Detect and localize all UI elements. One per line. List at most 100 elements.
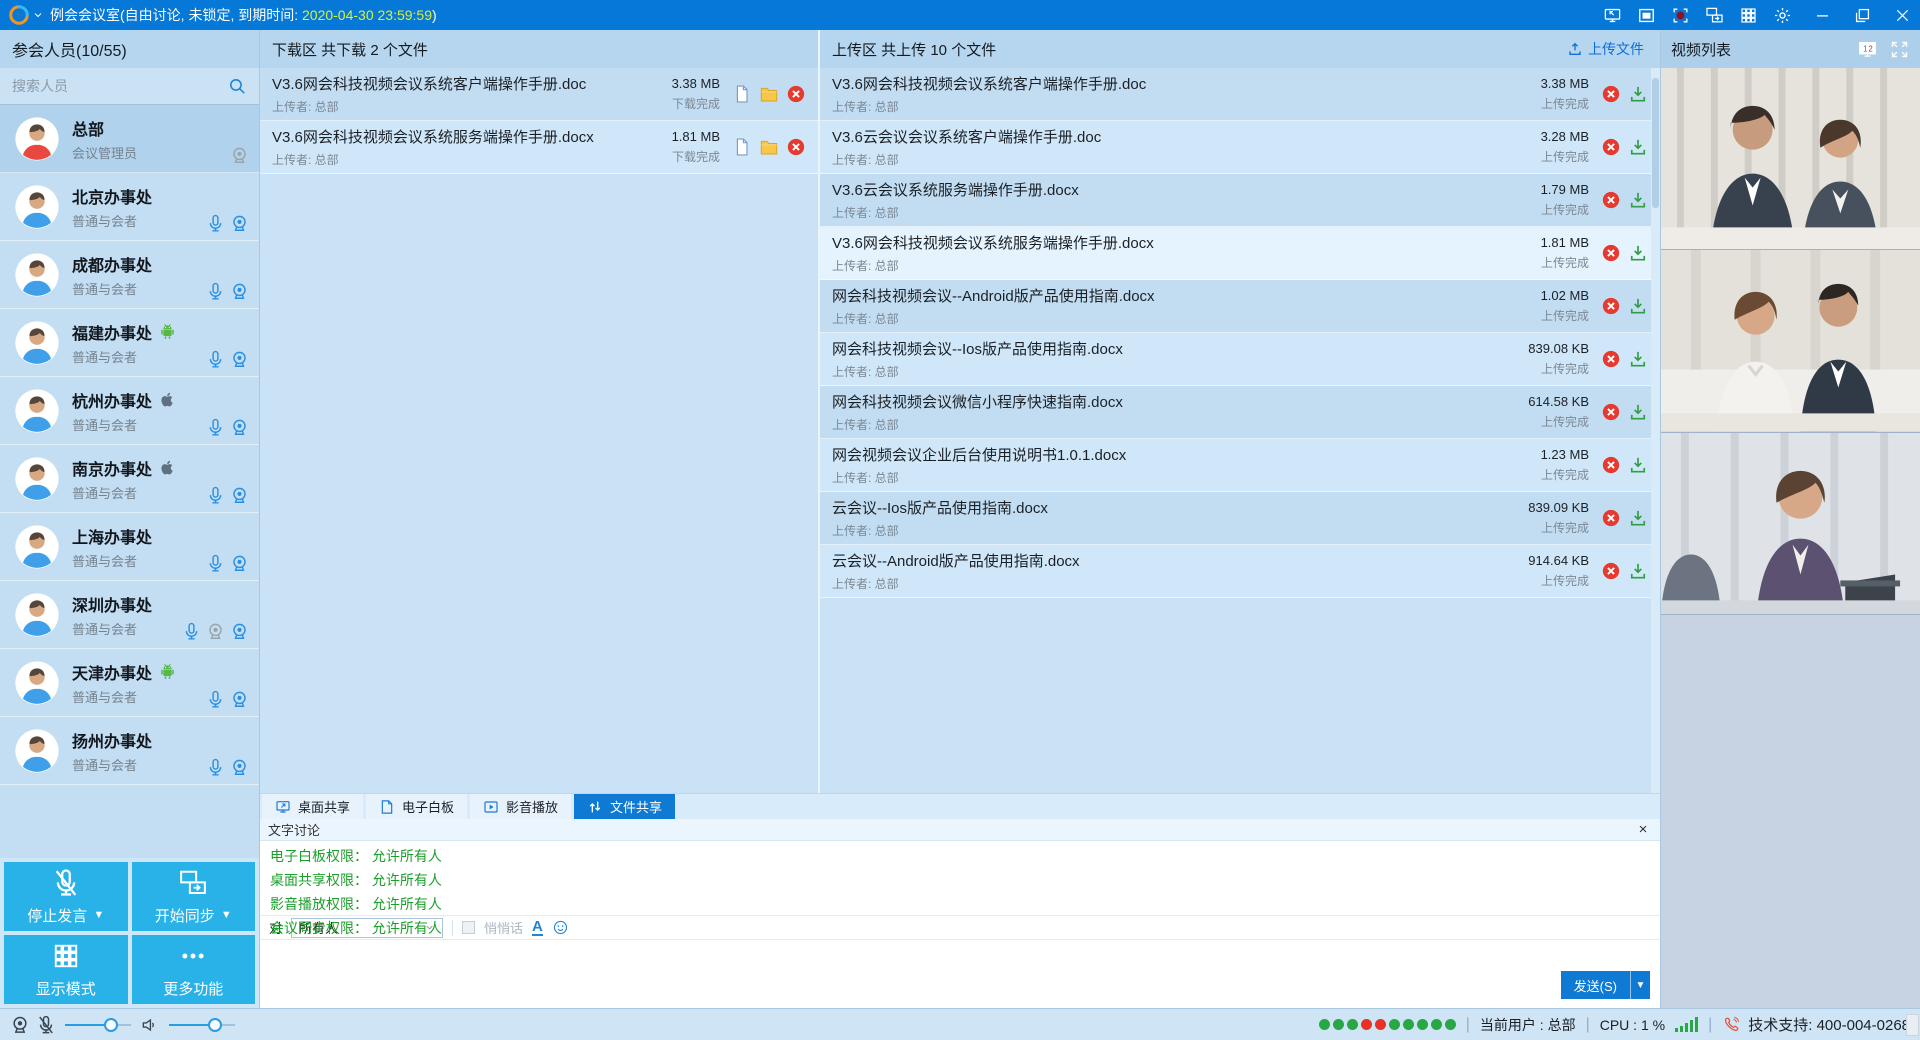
record-icon[interactable] (1671, 6, 1690, 25)
x-circle-icon[interactable] (786, 84, 806, 104)
北京办事处[interactable]: 北京办事处 普通与会者 (0, 173, 259, 241)
mic-volume-slider[interactable] (65, 1015, 131, 1035)
x-circle-icon[interactable] (1601, 508, 1621, 528)
minimize-button[interactable] (1813, 6, 1832, 25)
mic-icon[interactable] (206, 554, 225, 573)
stop-speaking-button[interactable]: 停止发言▼ (4, 862, 128, 931)
file-doc-icon[interactable] (732, 137, 752, 157)
upload-scrollbar[interactable] (1651, 68, 1660, 793)
mic-icon[interactable] (206, 350, 225, 369)
search-input[interactable] (12, 78, 228, 94)
slider-thumb[interactable] (104, 1018, 118, 1032)
tab-whiteboard[interactable]: 电子白板 (366, 794, 467, 819)
cam-icon[interactable] (230, 554, 249, 573)
cam-icon[interactable] (230, 486, 249, 505)
mic-icon[interactable] (206, 758, 225, 777)
video-layout-icon[interactable]: 12 (1857, 39, 1878, 60)
tab-desktop-share[interactable]: 桌面共享 (262, 794, 363, 819)
download-icon[interactable] (1628, 296, 1648, 316)
cam-gray-icon[interactable] (230, 146, 249, 165)
cam-icon[interactable] (230, 690, 249, 709)
download-icon[interactable] (1628, 84, 1648, 104)
upload-file-button[interactable]: 上传文件 (1567, 39, 1644, 59)
x-circle-icon[interactable] (1601, 561, 1621, 581)
x-circle-icon[interactable] (1601, 296, 1621, 316)
cam-icon[interactable] (230, 214, 249, 233)
网会视频会议企业后台使用说明书1.0.1.docx[interactable]: 网会视频会议企业后台使用说明书1.0.1.docx 上传者: 总部 1.23 M… (820, 439, 1660, 492)
扬州办事处[interactable]: 扬州办事处 普通与会者 (0, 717, 259, 785)
V3.6网会科技视频会议系统客户端操作手册.doc[interactable]: V3.6网会科技视频会议系统客户端操作手册.doc 上传者: 总部 3.38 M… (820, 68, 1660, 121)
网会科技视频会议--Ios版产品使用指南.docx[interactable]: 网会科技视频会议--Ios版产品使用指南.docx 上传者: 总部 839.08… (820, 333, 1660, 386)
cam-icon[interactable] (230, 350, 249, 369)
video-thumbnail[interactable] (1661, 68, 1920, 250)
x-circle-icon[interactable] (1601, 349, 1621, 369)
mic-icon[interactable] (206, 486, 225, 505)
x-circle-icon[interactable] (1601, 402, 1621, 422)
download-icon[interactable] (1628, 402, 1648, 422)
V3.6云会议会议系统客户端操作手册.doc[interactable]: V3.6云会议会议系统客户端操作手册.doc 上传者: 总部 3.28 MB 上… (820, 121, 1660, 174)
mic-icon[interactable] (206, 418, 225, 437)
chevron-down-icon[interactable] (32, 9, 44, 21)
cam-icon[interactable] (230, 758, 249, 777)
folder-icon[interactable] (759, 137, 779, 157)
download-icon[interactable] (1628, 137, 1648, 157)
x-circle-icon[interactable] (1601, 243, 1621, 263)
close-icon[interactable]: × (1634, 821, 1652, 839)
天津办事处[interactable]: 天津办事处 普通与会者 (0, 649, 259, 717)
speaker-volume-slider[interactable] (169, 1015, 235, 1035)
x-circle-icon[interactable] (1601, 137, 1621, 157)
chat-scrollbar[interactable] (1906, 1014, 1919, 1036)
start-sync-button[interactable]: 开始同步▼ (132, 862, 256, 931)
x-circle-icon[interactable] (786, 137, 806, 157)
maximize-button[interactable] (1853, 6, 1872, 25)
mic-icon[interactable] (206, 214, 225, 233)
cam-icon[interactable] (230, 282, 249, 301)
x-circle-icon[interactable] (1601, 455, 1621, 475)
总部[interactable]: 总部 会议管理员 (0, 105, 259, 173)
display-mode-icon[interactable] (1739, 6, 1758, 25)
云会议--Ios版产品使用指南.docx[interactable]: 云会议--Ios版产品使用指南.docx 上传者: 总部 839.09 KB 上… (820, 492, 1660, 545)
深圳办事处[interactable]: 深圳办事处 普通与会者 (0, 581, 259, 649)
send-button[interactable]: 发送(S) (1561, 971, 1630, 999)
上海办事处[interactable]: 上海办事处 普通与会者 (0, 513, 259, 581)
more-functions-button[interactable]: 更多功能 (132, 935, 256, 1004)
x-circle-icon[interactable] (1601, 84, 1621, 104)
chat-input[interactable]: 发送(S) ▼ (260, 940, 1660, 1008)
download-icon[interactable] (1628, 508, 1648, 528)
成都办事处[interactable]: 成都办事处 普通与会者 (0, 241, 259, 309)
mic-muted-icon[interactable] (36, 1015, 56, 1035)
gear-icon[interactable] (1773, 6, 1792, 25)
download-icon[interactable] (1628, 349, 1648, 369)
mic-icon[interactable] (206, 690, 225, 709)
video-thumbnail[interactable] (1661, 433, 1920, 615)
display-mode-button[interactable]: 显示模式 (4, 935, 128, 1004)
slider-thumb[interactable] (208, 1018, 222, 1032)
网会科技视频会议微信小程序快速指南.docx[interactable]: 网会科技视频会议微信小程序快速指南.docx 上传者: 总部 614.58 KB… (820, 386, 1660, 439)
云会议--Android版产品使用指南.docx[interactable]: 云会议--Android版产品使用指南.docx 上传者: 总部 914.64 … (820, 545, 1660, 598)
expand-icon[interactable] (1889, 39, 1910, 60)
tab-file-share[interactable]: 文件共享 (574, 794, 675, 819)
scrollbar-thumb[interactable] (1652, 78, 1659, 208)
V3.6云会议系统服务端操作手册.docx[interactable]: V3.6云会议系统服务端操作手册.docx 上传者: 总部 1.79 MB 上传… (820, 174, 1660, 227)
download-icon[interactable] (1628, 243, 1648, 263)
download-icon[interactable] (1628, 561, 1648, 581)
file-doc-icon[interactable] (732, 84, 752, 104)
webcam-icon[interactable] (10, 1015, 30, 1035)
tab-media-play[interactable]: 影音播放 (470, 794, 571, 819)
V3.6网会科技视频会议系统服务端操作手册.docx[interactable]: V3.6网会科技视频会议系统服务端操作手册.docx 上传者: 总部 1.81 … (820, 227, 1660, 280)
mic-icon[interactable] (182, 622, 201, 641)
南京办事处[interactable]: 南京办事处 普通与会者 (0, 445, 259, 513)
cam-icon[interactable] (230, 622, 249, 641)
screen-share-icon[interactable] (1603, 6, 1622, 25)
杭州办事处[interactable]: 杭州办事处 普通与会者 (0, 377, 259, 445)
网会科技视频会议--Android版产品使用指南.docx[interactable]: 网会科技视频会议--Android版产品使用指南.docx 上传者: 总部 1.… (820, 280, 1660, 333)
speaker-icon[interactable] (140, 1015, 160, 1035)
video-thumbnail[interactable] (1661, 250, 1920, 432)
chevron-down-icon[interactable]: ▼ (93, 909, 104, 921)
download-icon[interactable] (1628, 455, 1648, 475)
send-options-arrow[interactable]: ▼ (1630, 971, 1650, 999)
fullscreen-icon[interactable] (1637, 6, 1656, 25)
V3.6网会科技视频会议系统客户端操作手册.doc[interactable]: V3.6网会科技视频会议系统客户端操作手册.doc 上传者: 总部 3.38 M… (260, 68, 818, 121)
x-circle-icon[interactable] (1601, 190, 1621, 210)
cam-gray-icon[interactable] (206, 622, 225, 641)
